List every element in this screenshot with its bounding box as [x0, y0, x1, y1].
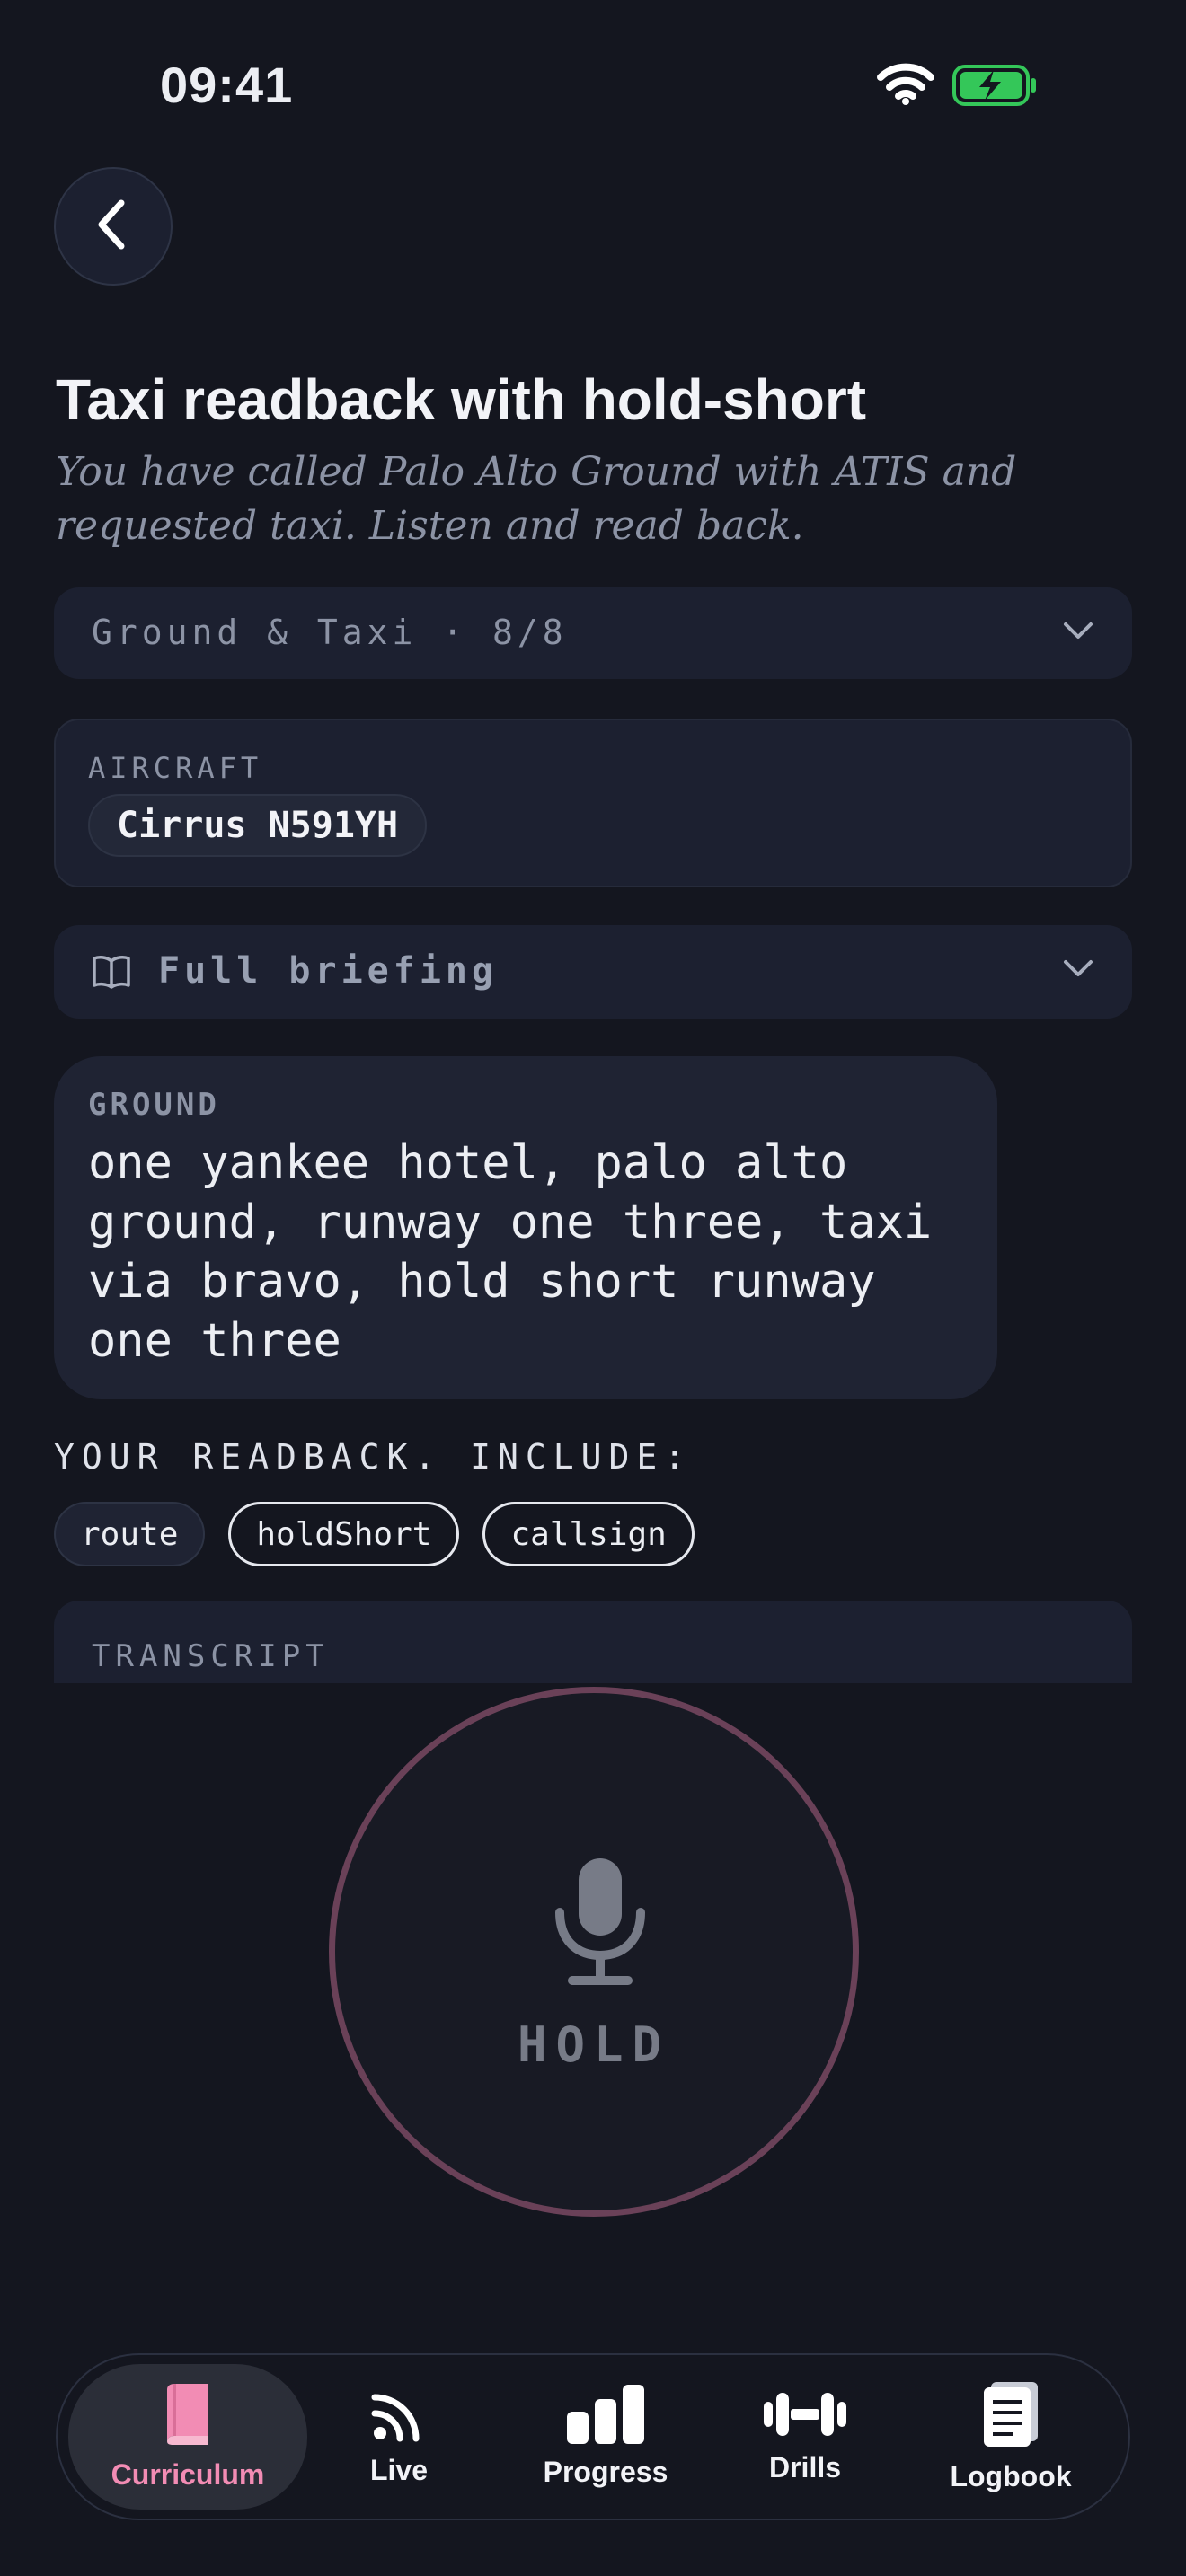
logbook-icon: [982, 2380, 1040, 2453]
readback-chips: route holdShort callsign: [54, 1502, 695, 1566]
page-title: Taxi readback with hold-short: [56, 367, 867, 432]
dumbbell-icon: [764, 2389, 846, 2444]
ground-message: one yankee hotel, palo alto ground, runw…: [88, 1136, 933, 1368]
ground-message-bubble: GROUND one yankee hotel, palo alto groun…: [54, 1056, 997, 1399]
tab-progress[interactable]: Progress: [516, 2364, 695, 2510]
open-book-icon: [92, 954, 131, 994]
readback-chip-route: route: [54, 1502, 206, 1566]
briefing-toggle[interactable]: Full briefing: [54, 925, 1132, 1019]
tab-drills[interactable]: Drills: [733, 2364, 877, 2510]
battery-icon: [952, 65, 1039, 112]
status-time: 09:41: [160, 57, 294, 113]
microphone-icon: [551, 1855, 650, 1994]
broadcast-icon: [371, 2386, 427, 2447]
hold-to-talk-button[interactable]: HOLD: [329, 1687, 859, 2217]
tab-logbook[interactable]: Logbook: [925, 2364, 1096, 2510]
transcript-label: TRANSCRIPT: [92, 1638, 330, 1674]
chevron-left-icon: [91, 198, 136, 256]
readback-label: YOUR READBACK. INCLUDE:: [54, 1437, 693, 1477]
tab-curriculum[interactable]: Curriculum: [68, 2364, 307, 2510]
readback-chip-hold-short: holdShort: [228, 1502, 460, 1566]
tab-label: Live: [369, 2454, 429, 2486]
tab-label: Progress: [543, 2456, 668, 2488]
aircraft-label: AIRCRAFT: [88, 751, 263, 785]
aircraft-chip[interactable]: Cirrus N591YH: [88, 794, 428, 857]
chevron-down-icon: [1062, 620, 1094, 646]
tab-label: Logbook: [950, 2460, 1072, 2492]
tab-live[interactable]: Live: [327, 2364, 471, 2510]
tab-label: Curriculum: [111, 2458, 265, 2491]
bar-chart-icon: [565, 2385, 646, 2448]
lesson-selector[interactable]: Ground & Taxi · 8/8: [54, 587, 1132, 679]
chevron-down-icon: [1062, 957, 1094, 984]
briefing-label: Full briefing: [158, 950, 499, 992]
hold-label: HOLD: [517, 2016, 671, 2073]
ground-label: GROUND: [88, 1087, 220, 1123]
readback-chip-callsign: callsign: [482, 1502, 695, 1566]
tab-label: Drills: [768, 2451, 842, 2483]
tab-bar: Curriculum Live Progress Drills Logbook: [56, 2353, 1130, 2520]
page-subtitle: You have called Palo Alto Ground with AT…: [56, 449, 1017, 549]
wifi-icon: [877, 63, 934, 110]
book-icon: [160, 2382, 216, 2451]
back-button[interactable]: [54, 167, 173, 286]
transcript-panel: TRANSCRIPT: [54, 1601, 1132, 1683]
lesson-selector-label: Ground & Taxi · 8/8: [92, 613, 568, 652]
aircraft-card: AIRCRAFT Cirrus N591YH: [54, 719, 1132, 887]
